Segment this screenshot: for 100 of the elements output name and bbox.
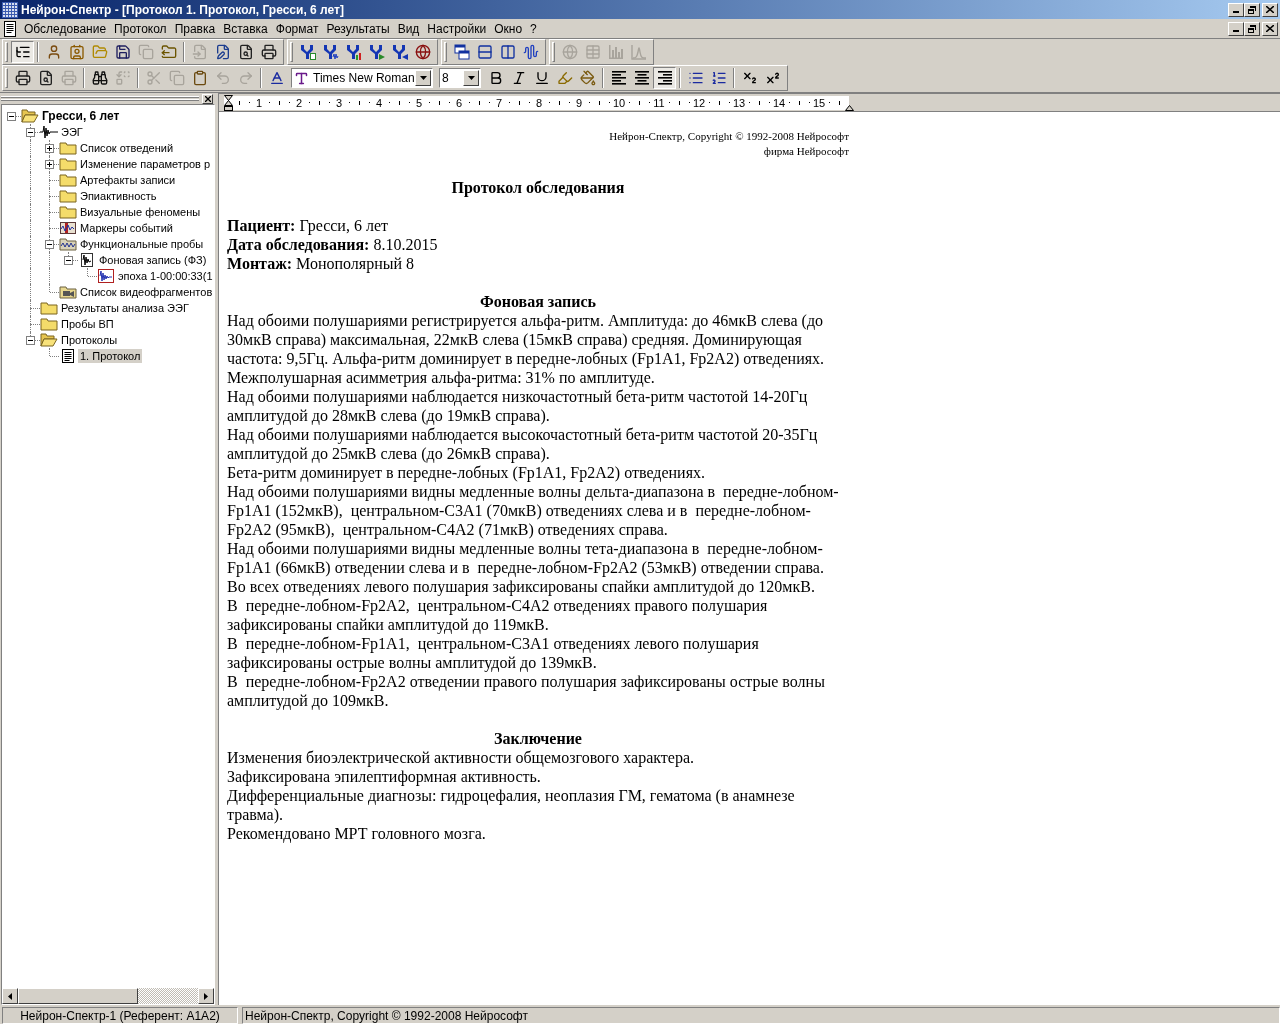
collapse-icon[interactable] bbox=[26, 336, 35, 345]
toolbar-grip[interactable] bbox=[552, 42, 555, 62]
collapse-icon[interactable] bbox=[7, 112, 16, 121]
right-triangle-icon bbox=[204, 992, 208, 1000]
info-line: Дата обследования: 8.10.2015 bbox=[227, 235, 438, 254]
cascade-windows-icon bbox=[453, 44, 470, 60]
font-name-combo[interactable]: Times New Roman bbox=[291, 68, 433, 88]
ruler-number: 4 bbox=[375, 96, 383, 109]
ruler-number: 6 bbox=[455, 96, 463, 109]
ruler-number: 5 bbox=[415, 96, 423, 109]
tree-item[interactable]: Изменение параметров р bbox=[78, 157, 213, 171]
close-panel-button[interactable] bbox=[202, 93, 213, 104]
folder-icon bbox=[59, 172, 77, 188]
dropdown-arrow-icon bbox=[467, 76, 475, 80]
section-heading: Заключение bbox=[494, 729, 582, 748]
collapse-icon[interactable] bbox=[64, 256, 73, 265]
document-icon[interactable] bbox=[3, 20, 17, 37]
collapse-icon[interactable] bbox=[45, 240, 54, 249]
tree-item[interactable]: 1. Протокол bbox=[78, 349, 143, 363]
menu-item[interactable]: Формат bbox=[271, 19, 323, 38]
tree-item[interactable]: Эпиактивность bbox=[78, 189, 159, 203]
fork-triangle-icon bbox=[391, 44, 408, 60]
columns-icon bbox=[499, 44, 516, 60]
tree-item[interactable]: Функциональные пробы bbox=[78, 237, 206, 251]
tree-list-icon bbox=[14, 44, 31, 60]
expand-icon[interactable] bbox=[45, 160, 54, 169]
tree-item[interactable]: ЭЭГ bbox=[59, 125, 85, 139]
tree-item[interactable]: Протоколы bbox=[59, 333, 120, 347]
highlighter-icon bbox=[556, 70, 573, 86]
collapse-icon[interactable] bbox=[26, 128, 35, 137]
menu-item[interactable]: Настройки bbox=[423, 19, 491, 38]
menu-item[interactable]: Протокол bbox=[110, 19, 171, 38]
restore-button[interactable] bbox=[1244, 21, 1260, 36]
info-line: Монтаж: Монополярный 8 bbox=[227, 254, 415, 273]
superscript-icon bbox=[764, 70, 781, 86]
minimize-icon bbox=[1233, 11, 1239, 13]
font-size-combo[interactable]: 8 bbox=[439, 68, 481, 88]
menu-item[interactable]: Обследование bbox=[20, 19, 111, 38]
file-arrow-icon bbox=[191, 44, 208, 60]
tree-item[interactable]: Гресси, 6 лет bbox=[40, 109, 122, 123]
status-pane: Нейрон-Спектр, Copyright © 1992-2008 Нейрософт bbox=[242, 1007, 1280, 1024]
app-grid-icon[interactable] bbox=[2, 1, 18, 18]
menu-item[interactable]: Вид bbox=[393, 19, 424, 38]
align-right-icon bbox=[656, 70, 673, 86]
menu-item[interactable]: ? bbox=[526, 19, 541, 38]
restore-button[interactable] bbox=[1244, 2, 1260, 17]
bell-curve-icon bbox=[630, 44, 647, 60]
close-button[interactable] bbox=[1262, 2, 1278, 17]
ruler-number: 10 bbox=[612, 96, 626, 109]
restore-icon bbox=[1248, 5, 1256, 14]
tree-item[interactable]: Фоновая запись (ФЗ) bbox=[97, 253, 209, 267]
expand-icon[interactable] bbox=[45, 144, 54, 153]
camera-folder-icon bbox=[59, 284, 77, 300]
paragraph: Над обоими полушариями видны медленные волны дельта-диапазона в передне-лобном-Fp1A1 (152мкВ), центральном-C3A1 (70мкВ) отведениях слева и в передне-лобном-Fp2A2 (95мкВ), центральном-C4A2 (71мкВ) отведениях справа. bbox=[227, 482, 840, 539]
close-button[interactable] bbox=[1262, 21, 1278, 36]
ruler-number: 11 bbox=[653, 96, 665, 109]
binoculars-icon bbox=[91, 70, 108, 86]
info-line: Пациент: Гресси, 6 лет bbox=[227, 216, 388, 235]
paragraph: Бета-ритм доминирует в передне-лобных (Fp1A1, Fp2A2) отведениях. bbox=[227, 463, 706, 482]
subscript-icon bbox=[741, 70, 758, 86]
toolbar-grip[interactable] bbox=[5, 68, 8, 88]
minimize-icon bbox=[1233, 30, 1239, 32]
tree-item[interactable]: Артефакты записи bbox=[78, 173, 178, 187]
dropdown-button[interactable] bbox=[415, 70, 431, 86]
minimize-button[interactable] bbox=[1228, 21, 1244, 36]
scroll-left-button[interactable] bbox=[2, 988, 18, 1004]
paragraph: Над обоими полушариями видны медленные волны тета-диапазона в передне-лобном-Fp1A1 (66мкВ) отведении слева и в передне-лобном-Fp2A2 (53мкВ) отведении справа. bbox=[227, 539, 825, 577]
undo-icon bbox=[214, 70, 231, 86]
close-icon bbox=[204, 95, 211, 102]
toolbar-grip[interactable] bbox=[290, 42, 293, 62]
tree-item[interactable]: Пробы ВП bbox=[59, 317, 116, 331]
tree-item[interactable]: эпоха 1-00:00:33(1 bbox=[116, 269, 214, 283]
tree-item[interactable]: Результаты анализа ЭЭГ bbox=[59, 301, 191, 315]
globe-icon bbox=[561, 44, 578, 60]
tree-item[interactable]: Список отведений bbox=[78, 141, 176, 155]
tree-item[interactable]: Маркеры событий bbox=[78, 221, 175, 235]
scroll-right-button[interactable] bbox=[198, 988, 214, 1004]
menu-item[interactable]: Окно bbox=[490, 19, 527, 38]
minimize-button[interactable] bbox=[1228, 2, 1244, 17]
tree-item[interactable]: Список видеофрагментов bbox=[78, 285, 214, 299]
toolbar-grip[interactable] bbox=[5, 42, 8, 62]
waveform-icon bbox=[522, 44, 539, 60]
folder-icon bbox=[59, 204, 77, 220]
menu-item[interactable]: Результаты bbox=[322, 19, 394, 38]
dropdown-button[interactable] bbox=[463, 70, 479, 86]
align-right-button[interactable] bbox=[653, 67, 676, 89]
toolbar-grip[interactable] bbox=[444, 42, 447, 62]
scrollbar-thumb[interactable] bbox=[18, 988, 138, 1004]
menu-item[interactable]: Правка bbox=[170, 19, 220, 38]
ruler-number: 15 bbox=[812, 96, 826, 109]
paragraph: В передне-лобном-Fp2A2 отведении правого полушария зафиксированы острые волны амплитудой до 109мкВ. bbox=[227, 672, 826, 710]
scissors-icon bbox=[145, 70, 162, 86]
printer-icon bbox=[60, 70, 77, 86]
tree-item[interactable]: Визуальные феномены bbox=[78, 205, 203, 219]
tree-view-button[interactable] bbox=[11, 41, 34, 63]
folder-icon bbox=[59, 188, 77, 204]
restore-icon bbox=[1248, 24, 1256, 33]
dropdown-arrow-icon bbox=[419, 76, 427, 80]
left-indent-marker[interactable] bbox=[224, 95, 233, 111]
menu-item[interactable]: Вставка bbox=[219, 19, 272, 38]
